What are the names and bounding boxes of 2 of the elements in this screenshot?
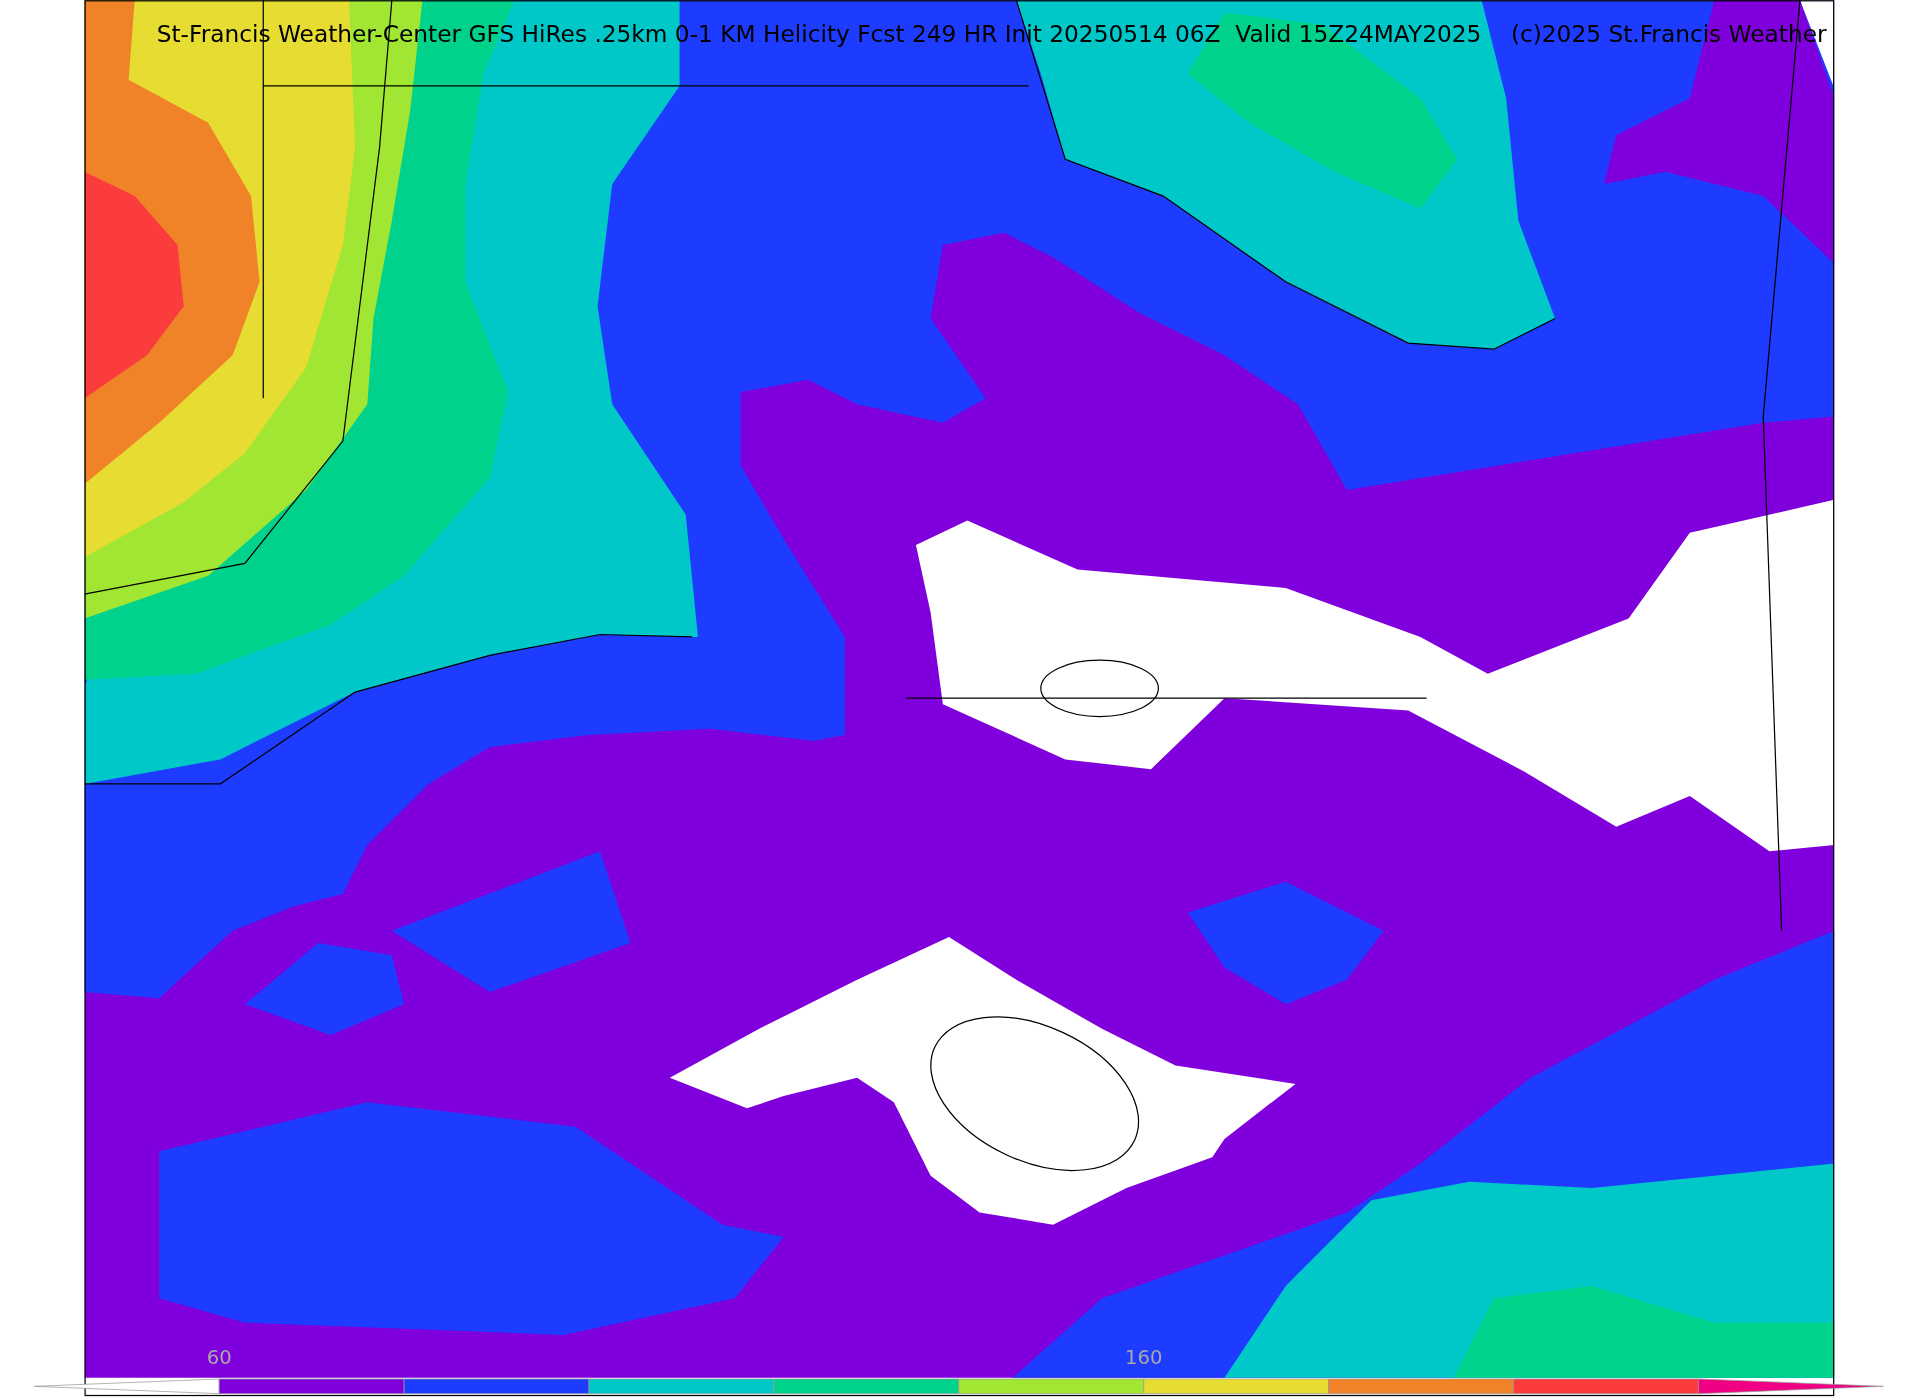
colorbar-label: 60 [206,1346,232,1370]
colorbar-label: 160 [1125,1346,1163,1370]
